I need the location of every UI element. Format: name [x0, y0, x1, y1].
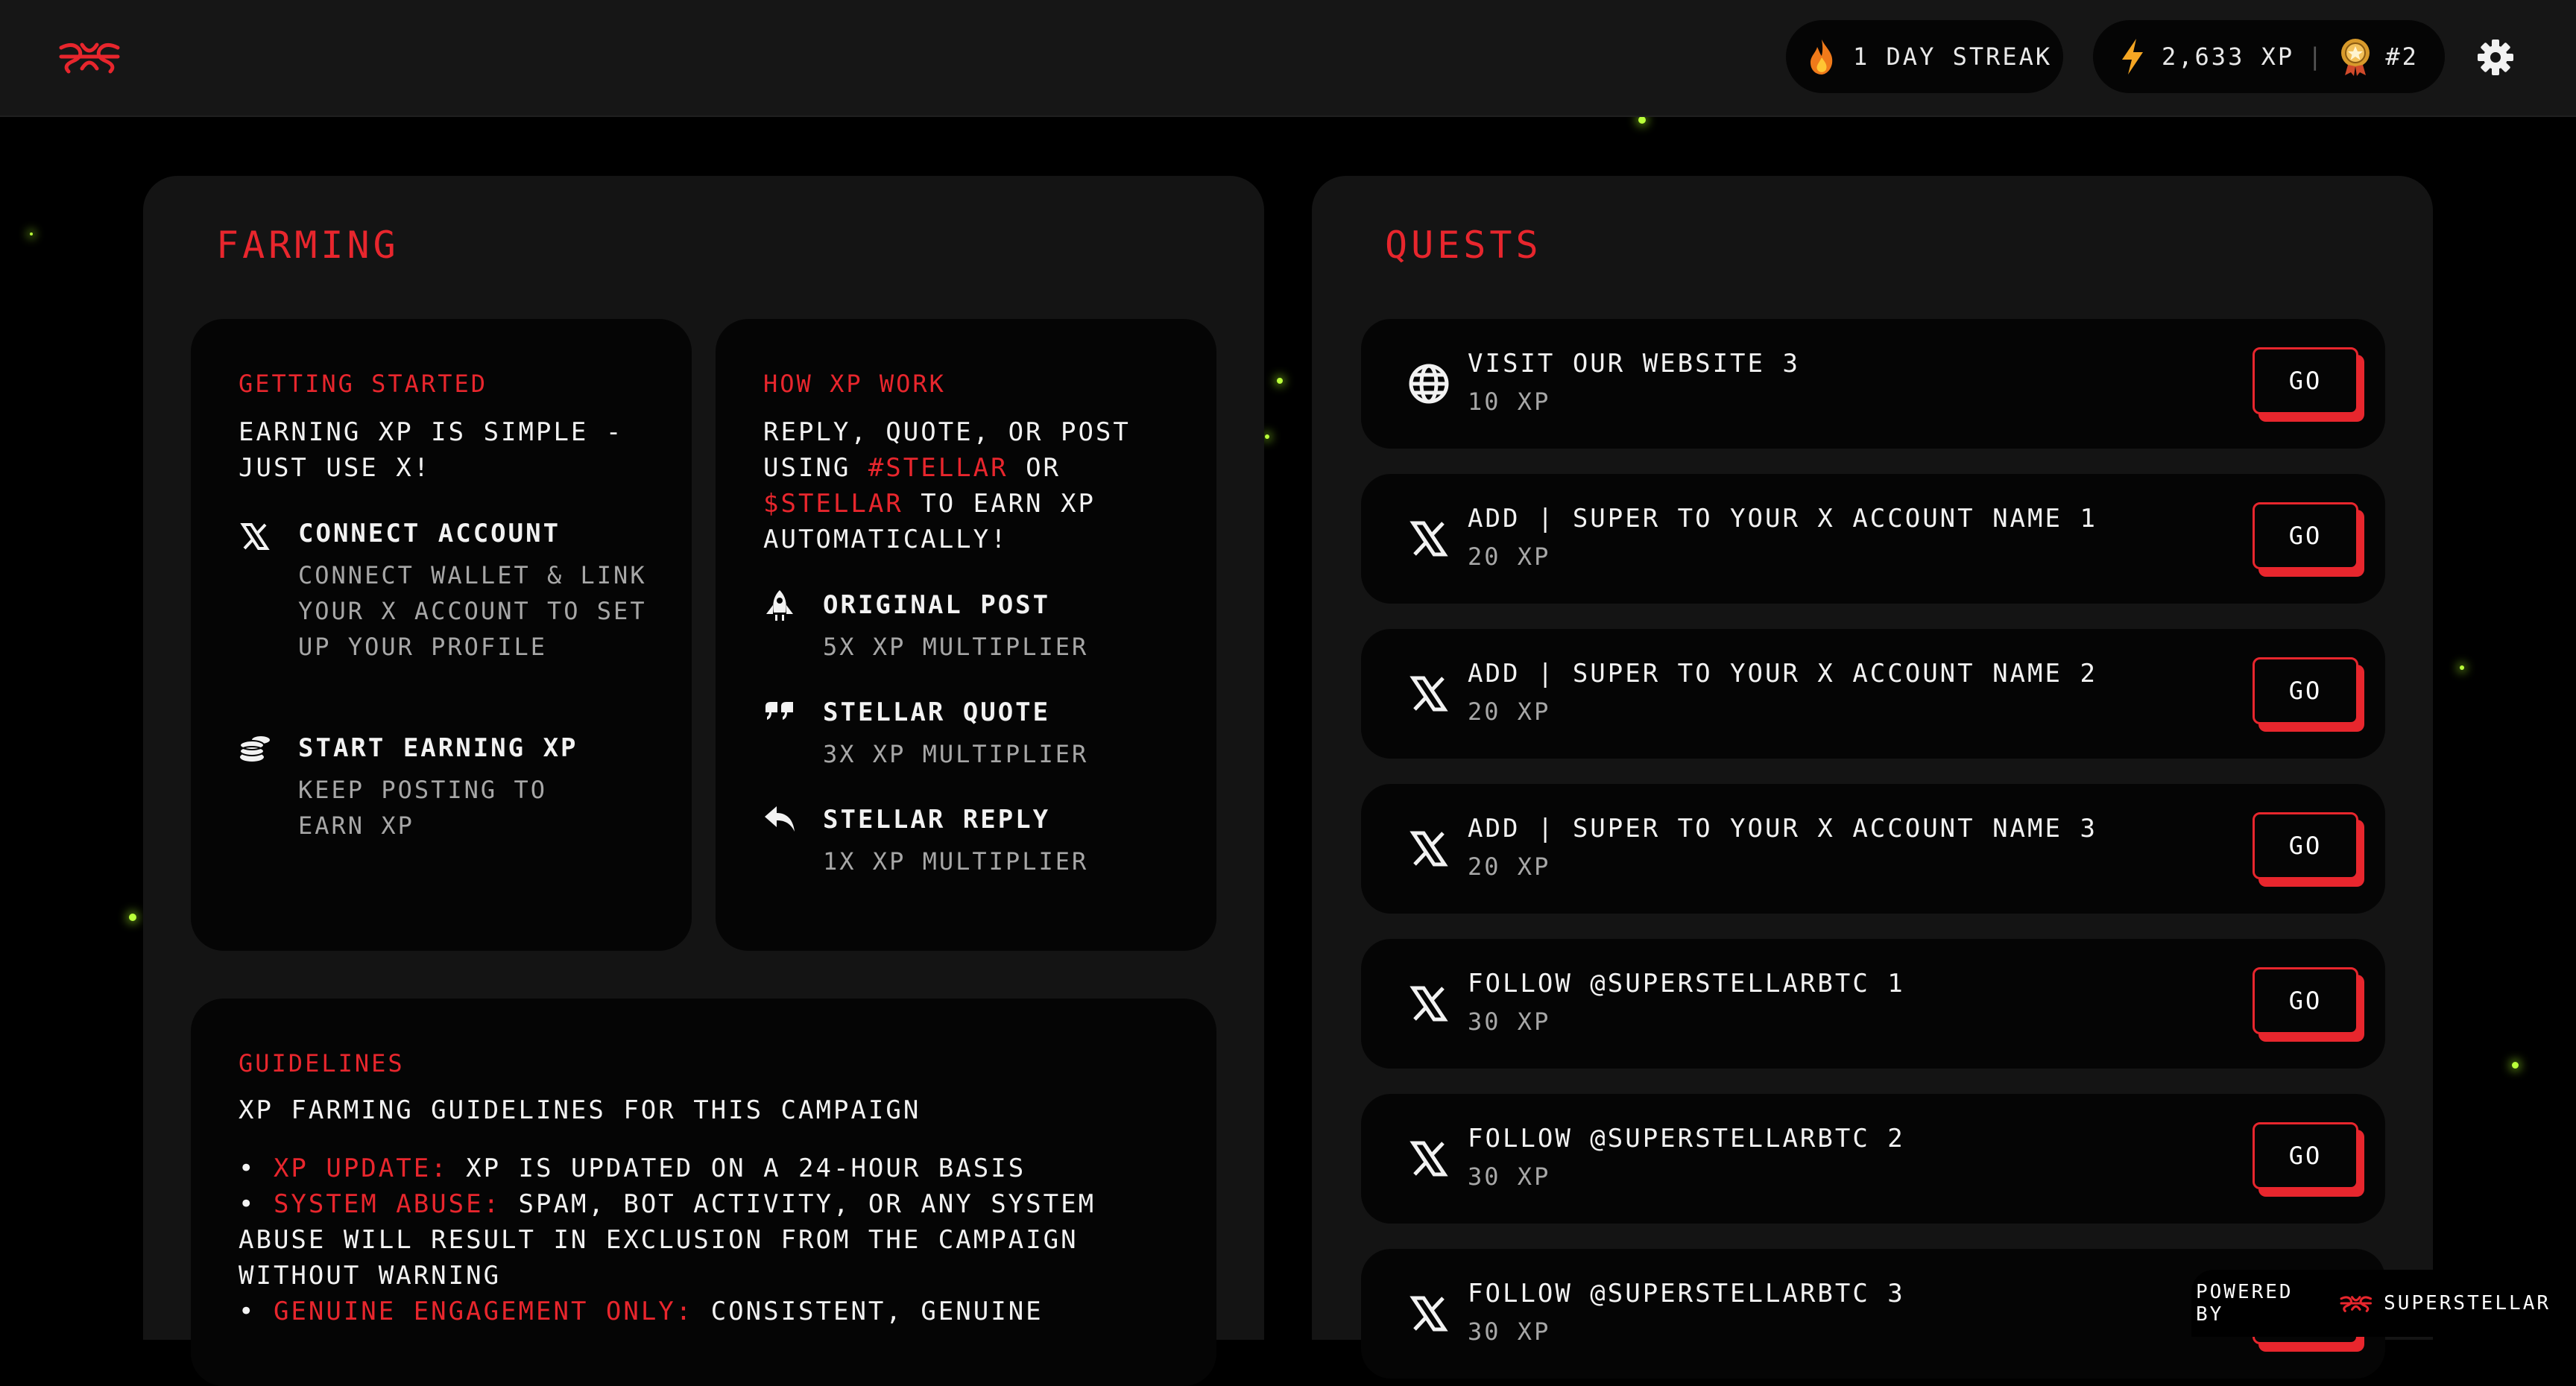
- multiplier-value: 3X XP MULTIPLIER: [823, 740, 1089, 768]
- quest-go-button[interactable]: GO: [2253, 347, 2358, 414]
- globe-icon: [1409, 364, 1449, 404]
- quest-xp: 10 XP: [1468, 387, 1551, 416]
- quote-icon: [765, 702, 793, 720]
- multiplier-stellar-reply: STELLAR REPLY 1X XP MULTIPLIER: [763, 802, 1181, 879]
- quest-title: FOLLOW @SUPERSTELLARBTC 1: [1468, 969, 1905, 999]
- top-bar: 1 DAY STREAK 2,633 XP | #2: [0, 0, 2576, 117]
- how-xp-works-description: REPLY, QUOTE, OR POST USING #STELLAR OR …: [763, 417, 1131, 554]
- x-logo-icon: [1409, 521, 1448, 557]
- x-logo-icon: [1409, 986, 1448, 1022]
- how-xp-works-heading: HOW XP WORK: [763, 370, 946, 398]
- streak-pill[interactable]: 1 DAY STREAK: [1786, 20, 2063, 93]
- getting-started-card: GETTING STARTED EARNING XP IS SIMPLE - J…: [191, 319, 692, 951]
- background-star: [2460, 665, 2464, 670]
- quest-row: ADD | SUPER TO YOUR X ACCOUNT NAME 2 20 X…: [1361, 629, 2385, 759]
- step-title: CONNECT ACCOUNT: [298, 519, 561, 548]
- xp-total: 2,633 XP: [2162, 42, 2295, 71]
- rocket-icon: [766, 590, 793, 621]
- background-star: [2512, 1062, 2519, 1069]
- quest-go-button[interactable]: GO: [2253, 967, 2358, 1034]
- background-star: [1638, 116, 1646, 124]
- background-star: [129, 914, 136, 921]
- quest-row: VISIT OUR WEBSITE 3 10 XP GO: [1361, 319, 2385, 449]
- xp-rank-pill[interactable]: 2,633 XP | #2: [2093, 20, 2445, 93]
- powered-by-label: POWERED BY: [2196, 1281, 2294, 1326]
- background-star: [30, 232, 33, 235]
- quest-xp: 30 XP: [1468, 1007, 1551, 1036]
- how-xp-works-card: HOW XP WORK REPLY, QUOTE, OR POST USING …: [716, 319, 1216, 951]
- quest-go-button[interactable]: GO: [2253, 502, 2358, 569]
- quest-go-button[interactable]: GO: [2253, 812, 2358, 879]
- superstellar-logo-icon: [2340, 1296, 2372, 1312]
- quest-xp: 30 XP: [1468, 1317, 1551, 1346]
- farming-title: FARMING: [216, 224, 400, 267]
- x-logo-icon: [1409, 1296, 1448, 1332]
- flame-icon: [1808, 38, 1835, 75]
- x-logo-icon: [1409, 831, 1448, 867]
- multiplier-value: 5X XP MULTIPLIER: [823, 633, 1089, 661]
- quest-row: ADD | SUPER TO YOUR X ACCOUNT NAME 3 20 X…: [1361, 784, 2385, 914]
- quest-xp: 20 XP: [1468, 697, 1551, 726]
- guideline-item: • SYSTEM ABUSE: SPAM, BOT ACTIVITY, OR A…: [239, 1189, 1096, 1291]
- lightning-icon: [2120, 38, 2145, 75]
- x-logo-icon: [240, 523, 270, 550]
- background-star: [1265, 434, 1269, 439]
- guideline-item: • GENUINE ENGAGEMENT ONLY: CONSISTENT, G…: [239, 1297, 1044, 1326]
- rank-value: #2: [2385, 42, 2419, 71]
- quest-title: ADD | SUPER TO YOUR X ACCOUNT NAME 2: [1468, 659, 2097, 689]
- hashtag-stellar: #STELLAR: [868, 453, 1008, 483]
- multiplier-title: STELLAR QUOTE: [823, 697, 1051, 727]
- quest-row: ADD | SUPER TO YOUR X ACCOUNT NAME 1 20 X…: [1361, 474, 2385, 604]
- x-logo-icon: [1409, 676, 1448, 712]
- quest-title: ADD | SUPER TO YOUR X ACCOUNT NAME 1: [1468, 504, 2097, 534]
- guidelines-list: • XP UPDATE: XP IS UPDATED ON A 24-HOUR …: [239, 1151, 1118, 1329]
- getting-started-heading: GETTING STARTED: [239, 370, 487, 398]
- quest-title: FOLLOW @SUPERSTELLARBTC 2: [1468, 1124, 1905, 1154]
- multiplier-stellar-quote: STELLAR QUOTE 3X XP MULTIPLIER: [763, 694, 1181, 772]
- guidelines-intro: XP FARMING GUIDELINES FOR THIS CAMPAIGN: [239, 1095, 921, 1125]
- quest-row: FOLLOW @SUPERSTELLARBTC 1 30 XP GO: [1361, 939, 2385, 1069]
- reply-icon: [765, 806, 795, 832]
- quest-title: ADD | SUPER TO YOUR X ACCOUNT NAME 3: [1468, 814, 2097, 844]
- multiplier-original-post: ORIGINAL POST 5X XP MULTIPLIER: [763, 587, 1181, 665]
- superstellar-logo-icon[interactable]: [58, 39, 121, 75]
- powered-by-badge[interactable]: POWERED BY SUPERSTELLAR: [2191, 1270, 2576, 1337]
- multiplier-title: ORIGINAL POST: [823, 590, 1051, 620]
- step-title: START EARNING XP: [298, 733, 578, 763]
- multiplier-value: 1X XP MULTIPLIER: [823, 847, 1089, 876]
- quest-title: FOLLOW @SUPERSTELLARBTC 3: [1468, 1279, 1905, 1309]
- quest-xp: 20 XP: [1468, 852, 1551, 881]
- x-logo-icon: [1409, 1141, 1448, 1177]
- gear-icon[interactable]: [2476, 38, 2515, 77]
- multiplier-title: STELLAR REPLY: [823, 805, 1051, 835]
- quest-row: FOLLOW @SUPERSTELLARBTC 2 30 XP GO: [1361, 1094, 2385, 1224]
- step-start-earning: START EARNING XP KEEP POSTING TO EARN XP: [239, 730, 656, 844]
- streak-text: 1 DAY STREAK: [1853, 42, 2053, 71]
- quest-go-button[interactable]: GO: [2253, 1122, 2358, 1189]
- guideline-item: • XP UPDATE: XP IS UPDATED ON A 24-HOUR …: [239, 1154, 1026, 1183]
- powered-by-brand: SUPERSTELLAR: [2384, 1292, 2551, 1314]
- quest-xp: 20 XP: [1468, 542, 1551, 571]
- step-connect-account: CONNECT ACCOUNT CONNECT WALLET & LINK YO…: [239, 516, 656, 665]
- quest-go-button[interactable]: GO: [2253, 657, 2358, 724]
- pill-divider: |: [2308, 42, 2325, 71]
- guidelines-card: GUIDELINES XP FARMING GUIDELINES FOR THI…: [191, 999, 1216, 1386]
- quest-title: VISIT OUR WEBSITE 3: [1468, 349, 1800, 379]
- quest-xp: 30 XP: [1468, 1162, 1551, 1191]
- quests-title: QUESTS: [1385, 224, 1542, 267]
- cashtag-stellar: $STELLAR: [763, 489, 903, 519]
- guidelines-heading: GUIDELINES: [239, 1049, 405, 1078]
- rank-medal-icon: [2337, 37, 2373, 77]
- step-desc: KEEP POSTING TO EARN XP: [298, 776, 547, 840]
- coins-icon: [239, 736, 270, 762]
- step-desc: CONNECT WALLET & LINK YOUR X ACCOUNT TO …: [298, 561, 647, 661]
- getting-started-intro: EARNING XP IS SIMPLE - JUST USE X!: [239, 417, 624, 483]
- background-star: [1277, 378, 1283, 384]
